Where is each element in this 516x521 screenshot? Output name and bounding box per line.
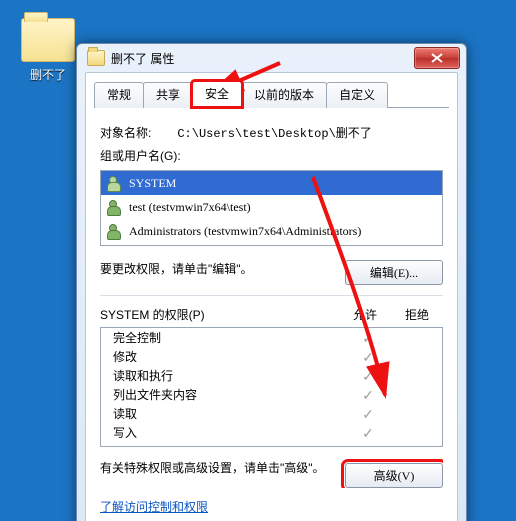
window-body: 常规 共享 安全 以前的版本 自定义 对象名称: C:\Users\test\D… bbox=[85, 72, 458, 521]
advanced-button[interactable]: 高级(V) bbox=[345, 463, 443, 488]
edit-hint: 要更改权限，请单击"编辑"。 bbox=[100, 262, 253, 276]
tab-previous-versions[interactable]: 以前的版本 bbox=[241, 82, 327, 108]
perm-row: 完全控制✓ bbox=[101, 328, 442, 347]
security-panel: 对象名称: C:\Users\test\Desktop\删不了 组或用户名(G)… bbox=[86, 108, 457, 521]
perm-row: 读取和执行✓ bbox=[101, 366, 442, 385]
tab-sharing[interactable]: 共享 bbox=[143, 82, 193, 108]
perm-name: 修改 bbox=[109, 348, 346, 365]
user-item-test[interactable]: test (testvmwin7x64\test) bbox=[101, 195, 442, 219]
permissions-listbox[interactable]: 完全控制✓ 修改✓ 读取和执行✓ 列出文件夹内容✓ 读取✓ 写入✓ bbox=[100, 327, 443, 447]
titlebar[interactable]: 删不了 属性 bbox=[77, 44, 466, 72]
advanced-hint: 有关特殊权限或高级设置，请单击"高级"。 bbox=[100, 459, 325, 476]
user-group-icon bbox=[107, 223, 123, 239]
allow-check-icon: ✓ bbox=[346, 331, 390, 345]
col-deny: 拒绝 bbox=[391, 306, 443, 323]
perm-name: 读取和执行 bbox=[109, 367, 346, 384]
user-icon bbox=[107, 199, 123, 215]
object-name-label: 对象名称: bbox=[100, 124, 174, 141]
user-name: test (testvmwin7x64\test) bbox=[129, 200, 251, 215]
allow-check-icon: ✓ bbox=[346, 369, 390, 383]
allow-check-icon: ✓ bbox=[346, 407, 390, 421]
perm-name: 读取 bbox=[109, 405, 346, 422]
close-button[interactable] bbox=[414, 47, 460, 69]
tab-customize[interactable]: 自定义 bbox=[326, 82, 388, 108]
perm-name: 完全控制 bbox=[109, 329, 346, 346]
close-icon bbox=[431, 53, 443, 63]
desktop-folder[interactable]: 删不了 bbox=[20, 18, 76, 83]
learn-access-control-link[interactable]: 了解访问控制和权限 bbox=[100, 500, 208, 514]
properties-window: 删不了 属性 常规 共享 安全 以前的版本 自定义 对象名称: C:\Users… bbox=[76, 43, 467, 521]
groups-label: 组或用户名(G): bbox=[100, 147, 443, 164]
folder-icon bbox=[87, 50, 105, 66]
user-name: Administrators (testvmwin7x64\Administra… bbox=[129, 224, 361, 239]
col-allow: 允许 bbox=[339, 306, 391, 323]
allow-check-icon: ✓ bbox=[346, 388, 390, 402]
tab-general[interactable]: 常规 bbox=[94, 82, 144, 108]
permissions-label: SYSTEM 的权限(P) bbox=[100, 306, 339, 323]
user-name: SYSTEM bbox=[129, 176, 176, 191]
folder-icon bbox=[21, 18, 75, 62]
edit-button[interactable]: 编辑(E)... bbox=[345, 260, 443, 285]
perm-name: 列出文件夹内容 bbox=[109, 386, 346, 403]
perm-row: 列出文件夹内容✓ bbox=[101, 385, 442, 404]
perm-row: 读取✓ bbox=[101, 404, 442, 423]
tab-security[interactable]: 安全 bbox=[192, 81, 242, 107]
perm-name: 写入 bbox=[109, 424, 346, 441]
allow-check-icon: ✓ bbox=[346, 350, 390, 364]
window-title: 删不了 属性 bbox=[111, 50, 414, 67]
perm-row: 修改✓ bbox=[101, 347, 442, 366]
user-item-administrators[interactable]: Administrators (testvmwin7x64\Administra… bbox=[101, 219, 442, 243]
tab-bar: 常规 共享 安全 以前的版本 自定义 bbox=[86, 73, 457, 107]
users-listbox[interactable]: SYSTEM test (testvmwin7x64\test) Adminis… bbox=[100, 170, 443, 246]
user-item-system[interactable]: SYSTEM bbox=[101, 171, 442, 195]
desktop-folder-label: 删不了 bbox=[20, 66, 76, 83]
allow-check-icon: ✓ bbox=[346, 426, 390, 440]
user-group-icon bbox=[107, 175, 123, 191]
object-path: C:\Users\test\Desktop\删不了 bbox=[177, 127, 371, 141]
perm-row: 写入✓ bbox=[101, 423, 442, 442]
